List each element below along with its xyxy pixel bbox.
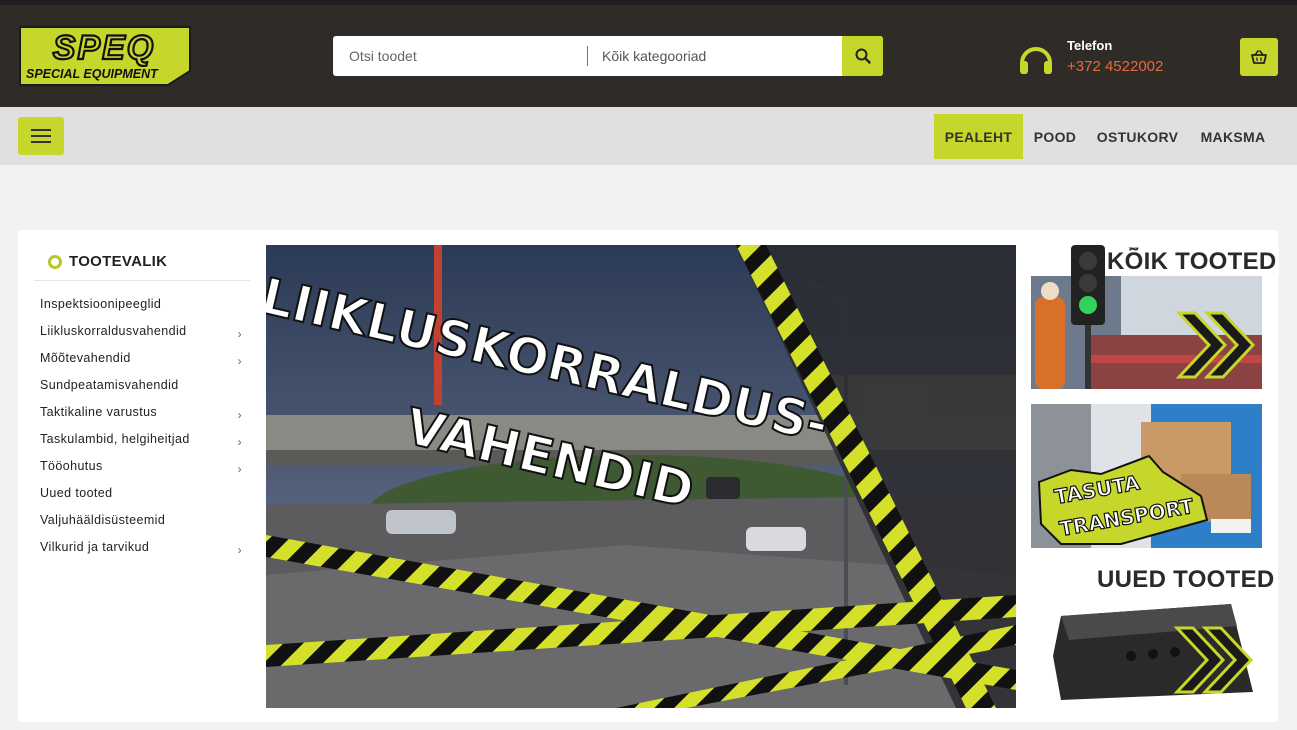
sidebar-title-text: TOOTEVALIK [69, 253, 168, 270]
new-products-image [1031, 596, 1262, 708]
new-products-banner[interactable] [1031, 596, 1262, 708]
chevron-right-icon: › [237, 462, 242, 476]
sidebar-item-taskulambid[interactable]: Taskulambid, helgiheitjad › [40, 432, 250, 452]
sidebar-divider [34, 280, 250, 281]
sidebar-item-label: Sundpeatamisvahendid [40, 378, 179, 392]
nav-item-maksma[interactable]: MAKSMA [1188, 114, 1278, 159]
phone-label: Telefon [1067, 38, 1113, 53]
sidebar-item-vilkurid[interactable]: Vilkurid ja tarvikud › [40, 540, 250, 560]
sidebar-item-liikluskorraldusvahendid[interactable]: Liikluskorraldusvahendid › [40, 324, 250, 344]
chevron-right-icon: › [237, 408, 242, 422]
free-shipping-banner[interactable]: TASUTA TRANSPORT [1031, 404, 1262, 548]
sidebar-item-uued-tooted[interactable]: Uued tooted [40, 486, 250, 506]
hamburger-line-icon [31, 141, 51, 143]
nav-item-pealeht[interactable]: PEALEHT [934, 114, 1023, 159]
chevron-right-icon: › [237, 354, 242, 368]
all-products-banner[interactable] [1031, 245, 1262, 389]
main-navbar: PEALEHT POOD OSTUKORV MAKSMA [0, 107, 1297, 165]
all-products-image [1031, 245, 1262, 389]
search-divider [587, 46, 588, 66]
headset-icon [1020, 47, 1052, 74]
sidebar-item-label: Uued tooted [40, 486, 113, 500]
new-products-title[interactable]: UUED TOOTED [1097, 566, 1275, 594]
hamburger-line-icon [31, 129, 51, 131]
basket-icon [1251, 50, 1267, 64]
logo-main-text: SPEQ [53, 29, 155, 67]
chevron-right-icon: › [237, 543, 242, 557]
sidebar-item-taktikaline-varustus[interactable]: Taktikaline varustus › [40, 405, 250, 425]
search-bar: Kõik kategooriad [333, 36, 883, 76]
search-input[interactable] [333, 36, 587, 76]
chevron-right-icon: › [237, 435, 242, 449]
sidebar-item-mootevahendid[interactable]: Mõõtevahendid › [40, 351, 250, 371]
sidebar-item-label: Inspektsioonipeeglid [40, 297, 162, 311]
sidebar-item-sundpeatamisvahendid[interactable]: Sundpeatamisvahendid [40, 378, 250, 398]
sidebar-title: TOOTEVALIK [48, 253, 167, 270]
hero-banner[interactable]: LIIKLUSKORRALDUS- VAHENDID [266, 245, 1016, 708]
sidebar-item-label: Tööohutus [40, 459, 103, 473]
search-icon [855, 48, 871, 64]
logo-sub-text: SPECIAL EQUIPMENT [26, 67, 159, 81]
cart-button[interactable] [1240, 38, 1278, 76]
site-header: SPEQ SPECIAL EQUIPMENT Kõik kategooriad … [0, 5, 1297, 107]
sidebar-item-label: Vilkurid ja tarvikud [40, 540, 150, 554]
sidebar-item-valjuhaaldisusteemid[interactable]: Valjuhääldisüsteemid [40, 513, 250, 533]
nav-item-ostukorv[interactable]: OSTUKORV [1087, 114, 1188, 159]
category-select[interactable]: Kõik kategooriad [602, 48, 706, 64]
circle-icon [48, 254, 62, 269]
hamburger-line-icon [31, 135, 51, 137]
chevron-right-icon: › [237, 327, 242, 341]
sidebar-item-tooohutus[interactable]: Tööohutus › [40, 459, 250, 479]
sidebar-item-label: Mõõtevahendid [40, 351, 131, 365]
speq-logo[interactable]: SPEQ SPECIAL EQUIPMENT [18, 25, 192, 87]
phone-number[interactable]: +372 4522002 [1067, 58, 1163, 75]
sidebar-item-label: Taskulambid, helgiheitjad [40, 432, 190, 446]
sidebar-item-label: Taktikaline varustus [40, 405, 158, 419]
search-button[interactable] [842, 36, 883, 76]
free-shipping-image: TASUTA TRANSPORT [1031, 404, 1262, 548]
hero-image: LIIKLUSKORRALDUS- VAHENDID [266, 245, 1016, 708]
sidebar-item-label: Valjuhääldisüsteemid [40, 513, 166, 527]
sidebar-item-label: Liikluskorraldusvahendid [40, 324, 187, 338]
nav-item-pood[interactable]: POOD [1023, 114, 1087, 159]
sidebar-item-inspektsioonipeeglid[interactable]: Inspektsioonipeeglid [40, 297, 250, 317]
hamburger-menu-button[interactable] [18, 117, 64, 155]
